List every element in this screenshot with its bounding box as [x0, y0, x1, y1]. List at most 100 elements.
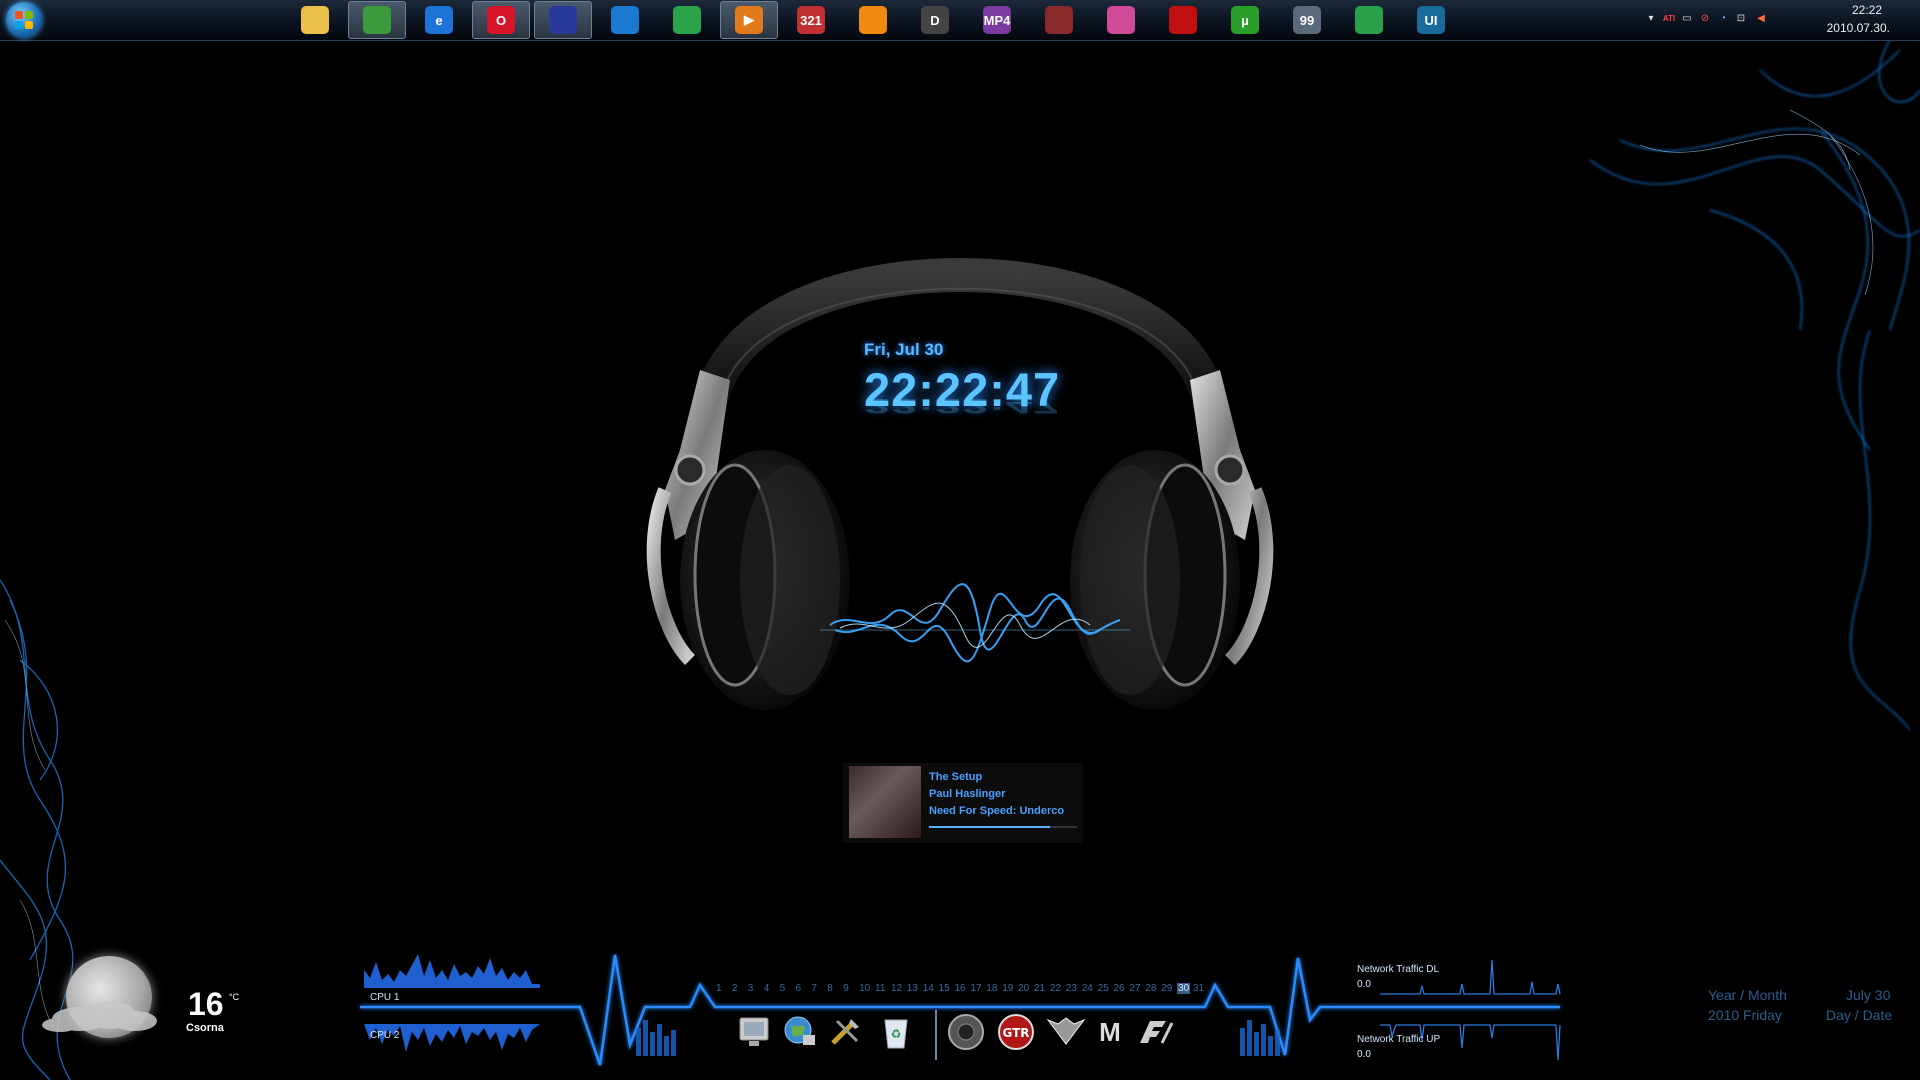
media-player-classic-icon: 321	[797, 6, 825, 34]
ui-tiles-icon: UI	[1417, 6, 1445, 34]
acrobat-taskbar-button[interactable]	[1154, 1, 1212, 39]
calendar-day[interactable]: 19	[1002, 983, 1013, 994]
calendar-day[interactable]: 15	[939, 983, 950, 994]
recycle-bin-icon[interactable]: ♻	[876, 1012, 916, 1052]
volume-icon[interactable]: ◀	[1754, 12, 1768, 26]
calendar-day[interactable]: 31	[1193, 983, 1204, 994]
track-title: The Setup	[929, 771, 983, 783]
calendar-day[interactable]: 11	[875, 983, 885, 994]
calendar-day[interactable]: 23	[1066, 983, 1077, 994]
calendar-day[interactable]: 20	[1018, 983, 1029, 994]
bottom-bar-graphics	[360, 954, 1561, 1066]
windows-flag-icon	[15, 11, 33, 29]
opera-taskbar-button[interactable]: O	[472, 1, 530, 39]
gtr-icon[interactable]: GTR	[996, 1012, 1036, 1052]
calendar-day[interactable]: 2	[732, 983, 738, 994]
taskbar-app-list: e O ▶ 321 D MP4 µ 99 UI	[284, 0, 1462, 40]
game-icon	[1045, 6, 1073, 34]
acrobat-icon	[1169, 6, 1197, 34]
calendar-day[interactable]: 13	[907, 983, 918, 994]
calendar-day[interactable]: 9	[843, 983, 849, 994]
calendar-day[interactable]: 7	[811, 983, 817, 994]
utorrent-taskbar-button[interactable]: µ	[1216, 1, 1274, 39]
utorrent-icon: µ	[1231, 6, 1259, 34]
clock-widget: Fri, Jul 30 22:22:47 22:22:47	[864, 340, 1060, 439]
safely-remove-icon[interactable]: ⊡	[1734, 12, 1748, 26]
calendar-day[interactable]: 30	[1177, 983, 1191, 994]
calendar-day[interactable]: 8	[827, 983, 833, 994]
calendar-day[interactable]: 14	[923, 983, 934, 994]
game-disc-icon[interactable]	[946, 1012, 986, 1052]
ati-icon[interactable]: ATI	[1660, 12, 1678, 26]
system-tray: ▾ ATI ▭ ⊘ ◔ ⊡ ◀ 22:22 2010.07.30.	[1630, 0, 1920, 40]
calendar-month-day: July 30	[1846, 987, 1891, 1003]
calendar-day[interactable]: 22	[1050, 983, 1061, 994]
calendar-day[interactable]: 5	[780, 983, 786, 994]
blue-smoke-right-decoration	[1589, 39, 1920, 731]
green-app-icon	[1355, 6, 1383, 34]
calendar-day[interactable]: 28	[1145, 983, 1156, 994]
headphones-wallpaper	[646, 258, 1274, 710]
calendar-day[interactable]: 24	[1082, 983, 1093, 994]
calendar-day[interactable]: 16	[955, 983, 966, 994]
start-button[interactable]	[6, 2, 42, 38]
picasa-taskbar-button[interactable]	[1092, 1, 1150, 39]
folder-taskbar-button[interactable]	[286, 1, 344, 39]
media-center-taskbar-button[interactable]	[596, 1, 654, 39]
network-globe-icon[interactable]	[780, 1012, 820, 1052]
media-player-icon: ▶	[735, 6, 763, 34]
media-center-icon	[611, 6, 639, 34]
computer-icon[interactable]	[734, 1012, 774, 1052]
tray-clock-time[interactable]: 22:22	[1852, 3, 1882, 17]
mp4-taskbar-button[interactable]: MP4	[968, 1, 1026, 39]
media-player-taskbar-button[interactable]: ▶	[720, 1, 778, 39]
winged-emblem-icon[interactable]	[1046, 1012, 1086, 1052]
shield-99-taskbar-button[interactable]: 99	[1278, 1, 1336, 39]
cpu1-label: CPU 1	[370, 992, 400, 1003]
calendar-day[interactable]: 27	[1129, 983, 1140, 994]
vlc-cone-taskbar-button[interactable]	[844, 1, 902, 39]
track-artist: Paul Haslinger	[929, 788, 1006, 800]
calendar-day[interactable]: 3	[748, 983, 754, 994]
m-logo-icon[interactable]: M	[1090, 1012, 1130, 1052]
windows-taskbar-button[interactable]	[658, 1, 716, 39]
calendar-day[interactable]: 21	[1034, 983, 1045, 994]
cpu2-label: CPU 2	[370, 1030, 400, 1041]
show-hidden-arrow-icon[interactable]: ▾	[1644, 12, 1658, 26]
network-icon[interactable]: ◔	[1716, 12, 1730, 26]
calendar-day[interactable]: 1	[716, 983, 722, 994]
calendar-day[interactable]: 18	[986, 983, 997, 994]
calendar-day[interactable]: 10	[859, 983, 870, 994]
network-up-label: Network Traffic UP	[1357, 1034, 1441, 1045]
need-for-speed-icon[interactable]	[1136, 1012, 1176, 1052]
green-app-taskbar-button[interactable]	[1340, 1, 1398, 39]
calendar-day[interactable]: 25	[1098, 983, 1109, 994]
floppy-save-taskbar-button[interactable]	[534, 1, 592, 39]
messenger-taskbar-button[interactable]	[348, 1, 406, 39]
calendar-year-weekday: 2010 Friday	[1708, 1007, 1782, 1023]
internet-explorer-taskbar-button[interactable]: e	[410, 1, 468, 39]
album-art[interactable]	[849, 766, 921, 838]
calendar-day[interactable]: 26	[1114, 983, 1125, 994]
svg-text:GTR: GTR	[1002, 1026, 1029, 1040]
monitor-icon[interactable]: ▭	[1680, 12, 1694, 26]
tools-icon[interactable]	[826, 1012, 866, 1052]
calendar-day[interactable]: 6	[796, 983, 802, 994]
game-taskbar-button[interactable]	[1030, 1, 1088, 39]
network-dl-value: 0.0	[1357, 979, 1371, 990]
now-playing-widget[interactable]: The Setup Paul Haslinger Need For Speed:…	[843, 763, 1083, 843]
tray-clock-date[interactable]: 2010.07.30.	[1827, 21, 1890, 35]
calendar-day[interactable]: 12	[891, 983, 902, 994]
antivirus-icon[interactable]: ⊘	[1698, 12, 1712, 26]
windows-icon	[673, 6, 701, 34]
dscaler-icon: D	[921, 6, 949, 34]
calendar-day[interactable]: 4	[764, 983, 770, 994]
ui-tiles-taskbar-button[interactable]: UI	[1402, 1, 1460, 39]
dscaler-taskbar-button[interactable]: D	[906, 1, 964, 39]
shield-99-icon: 99	[1293, 6, 1321, 34]
track-progress-bar[interactable]	[929, 826, 1077, 828]
cpu1-graph	[364, 954, 540, 988]
calendar-day[interactable]: 29	[1161, 983, 1172, 994]
media-player-classic-taskbar-button[interactable]: 321	[782, 1, 840, 39]
calendar-day[interactable]: 17	[970, 983, 981, 994]
